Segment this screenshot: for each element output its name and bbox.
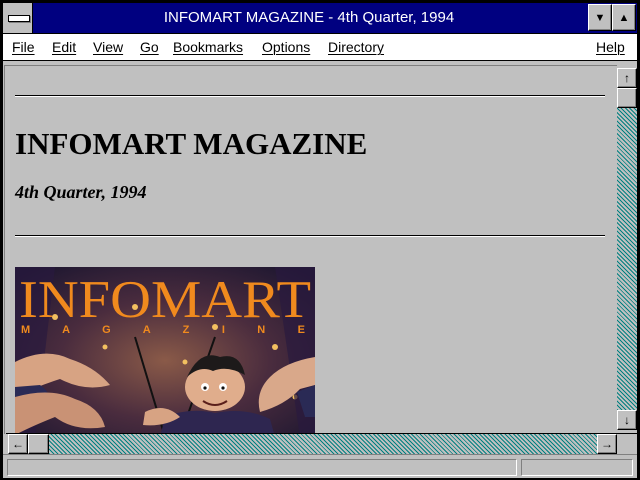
minimize-button[interactable]: ▼ bbox=[588, 4, 612, 31]
arrow-right-icon: → bbox=[601, 437, 613, 451]
horizontal-scroll-track[interactable] bbox=[49, 434, 597, 454]
system-menu-icon bbox=[8, 15, 30, 22]
horizontal-rule bbox=[15, 95, 605, 97]
status-message bbox=[7, 459, 517, 476]
arrow-down-icon: ↓ bbox=[624, 413, 630, 427]
horizontal-rule bbox=[15, 235, 605, 237]
scroll-down-button[interactable]: ↓ bbox=[617, 410, 637, 430]
menu-view[interactable]: View bbox=[93, 34, 123, 60]
progress-indicator bbox=[521, 459, 633, 476]
scroll-left-button[interactable]: ← bbox=[8, 434, 28, 454]
menu-bar: File Edit View Go Bookmarks Options Dire… bbox=[3, 34, 637, 61]
menu-help[interactable]: Help bbox=[596, 34, 625, 60]
vertical-scrollbar[interactable]: ↑ ↓ bbox=[617, 65, 637, 433]
scrollbar-corner bbox=[617, 433, 637, 455]
vertical-scroll-thumb[interactable] bbox=[617, 88, 637, 108]
horizontal-scroll-thumb[interactable] bbox=[28, 434, 49, 454]
maximize-button[interactable]: ▲ bbox=[612, 4, 636, 31]
menu-options[interactable]: Options bbox=[262, 34, 310, 60]
horizontal-scrollbar[interactable]: ← → bbox=[6, 433, 617, 454]
scroll-up-button[interactable]: ↑ bbox=[617, 68, 637, 88]
maximize-icon: ▲ bbox=[618, 12, 630, 24]
cover-masthead: INFOMART bbox=[19, 271, 311, 329]
minimize-icon: ▼ bbox=[594, 12, 606, 24]
system-menu-button[interactable] bbox=[3, 3, 33, 33]
vertical-scroll-track[interactable] bbox=[617, 108, 637, 410]
menu-go[interactable]: Go bbox=[140, 34, 159, 60]
title-bar[interactable]: INFOMART MAGAZINE - 4th Quarter, 1994 ▼ … bbox=[3, 3, 637, 34]
arrow-left-icon: ← bbox=[12, 437, 24, 451]
page-heading: INFOMART MAGAZINE bbox=[15, 126, 368, 161]
menu-directory[interactable]: Directory bbox=[328, 34, 384, 60]
menu-edit[interactable]: Edit bbox=[52, 34, 76, 60]
browser-window: INFOMART MAGAZINE - 4th Quarter, 1994 ▼ … bbox=[0, 0, 640, 480]
document-view[interactable]: INFOMART MAGAZINE 4th Quarter, 1994 INFO… bbox=[4, 65, 617, 434]
scroll-right-button[interactable]: → bbox=[597, 434, 617, 454]
window-title: INFOMART MAGAZINE - 4th Quarter, 1994 bbox=[163, 9, 455, 26]
menu-file[interactable]: File bbox=[12, 34, 35, 60]
arrow-up-icon: ↑ bbox=[624, 71, 630, 85]
page-subheading: 4th Quarter, 1994 bbox=[15, 182, 147, 202]
menu-bookmarks[interactable]: Bookmarks bbox=[173, 34, 243, 60]
magazine-cover-image[interactable]: INFOMART M A G A Z I N E bbox=[15, 267, 315, 434]
status-bar bbox=[3, 454, 637, 478]
